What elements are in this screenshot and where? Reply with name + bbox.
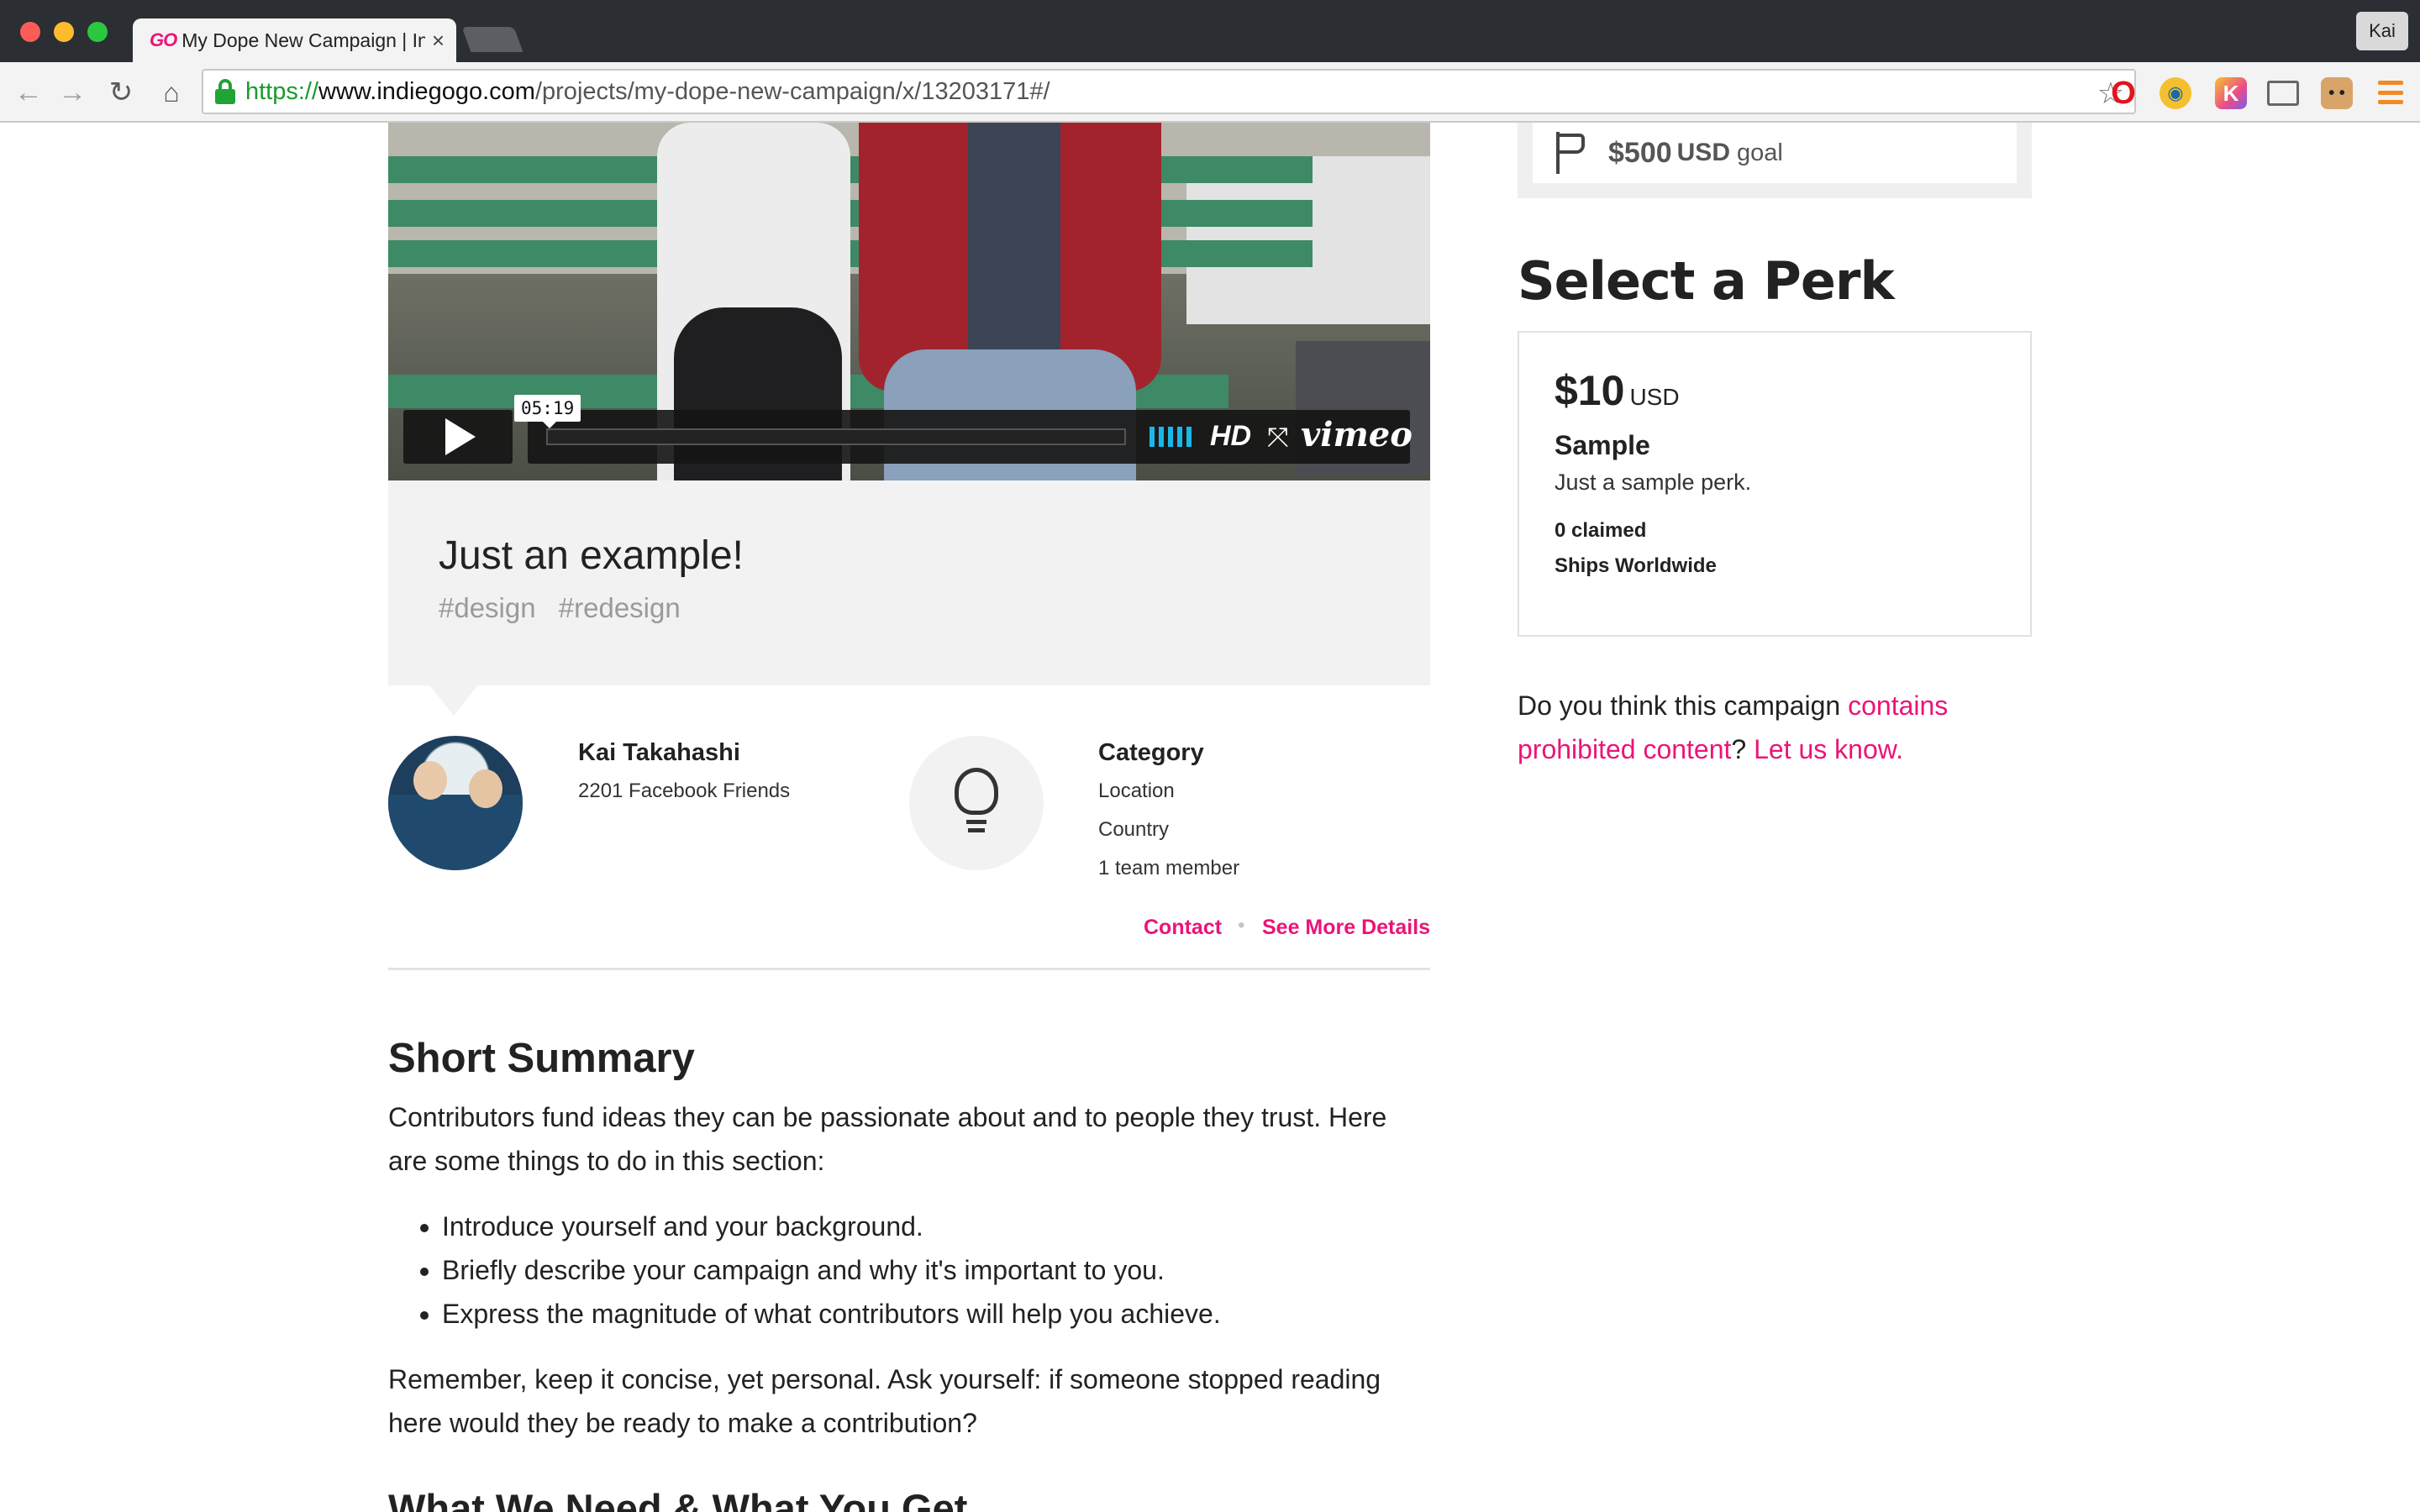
perk-claimed-count: 0 claimed xyxy=(1555,519,1647,542)
category-title: Category xyxy=(1098,739,1204,766)
face-extension-icon[interactable]: • • xyxy=(2321,77,2353,109)
volume-icon[interactable] xyxy=(1150,427,1192,447)
report-text: Do you think this campaign xyxy=(1518,690,1849,721)
video-time-tooltip: 05:19 xyxy=(514,395,581,428)
list-item: Express the magnitude of what contributo… xyxy=(442,1292,1430,1336)
report-text: ? xyxy=(1731,734,1754,764)
campaign-tags: #design #redesign xyxy=(439,592,1380,624)
url-path: /projects/my-dope-new-campaign/x/1320317… xyxy=(534,77,1050,105)
window-maximize-button[interactable] xyxy=(87,22,108,42)
tab-title: My Dope New Campaign | Indiegogo xyxy=(182,29,425,51)
opera-extension-icon[interactable]: O xyxy=(2107,76,2139,111)
category-country: Country xyxy=(1098,818,1170,841)
campaign-caption: Just an example! #design #redesign xyxy=(388,480,1430,685)
perk-description: Just a sample perk. xyxy=(1555,470,1752,495)
summary-closing: Remember, keep it concise, yet personal.… xyxy=(388,1364,1381,1438)
video-progress-bar[interactable] xyxy=(546,428,1126,445)
contact-link[interactable]: Contact xyxy=(1144,916,1222,940)
owner-name[interactable]: Kai Takahashi xyxy=(578,739,740,767)
fullscreen-icon[interactable]: ⤧ xyxy=(1267,422,1289,454)
category-badge xyxy=(909,736,1044,870)
indiegogo-favicon-icon: GO xyxy=(150,29,177,50)
browser-tabbar: GO My Dope New Campaign | Indiegogo × Ka… xyxy=(0,0,2420,62)
perk-shipping: Ships Worldwide xyxy=(1555,554,1717,577)
profile-button[interactable]: Kai xyxy=(2356,12,2408,50)
video-frame-bench-slat xyxy=(388,240,1313,267)
back-icon[interactable]: ← xyxy=(12,76,45,109)
perk-price: $10 xyxy=(1555,367,1625,414)
section-divider xyxy=(388,968,1430,970)
summary-list: Introduce yourself and your background. … xyxy=(442,1205,1430,1336)
funding-goal-card: $500 USD goal xyxy=(1533,123,2017,183)
goal-amount: $500 xyxy=(1608,136,1672,169)
list-item: Briefly describe your campaign and why i… xyxy=(442,1248,1430,1292)
hd-toggle[interactable]: HD xyxy=(1210,420,1251,453)
vimeo-logo[interactable]: vimeo xyxy=(1301,415,1413,454)
video-frame-person-shirt xyxy=(968,123,1060,349)
tag-link[interactable]: #redesign xyxy=(559,592,681,623)
secure-lock-icon xyxy=(215,79,235,104)
next-section-heading: What We Need & What You Get xyxy=(388,1486,968,1512)
link-separator: • xyxy=(1238,914,1245,937)
caption-pointer xyxy=(429,684,479,716)
see-more-details-link[interactable]: See More Details xyxy=(1262,916,1430,940)
url-host: www.indiegogo.com xyxy=(318,77,535,105)
cast-icon[interactable] xyxy=(2267,81,2299,106)
window-close-button[interactable] xyxy=(20,22,40,42)
browser-menu-icon[interactable] xyxy=(2378,81,2403,104)
video-frame-bench-slat xyxy=(388,200,1313,227)
forward-icon[interactable]: → xyxy=(55,76,89,109)
window-minimize-button[interactable] xyxy=(54,22,74,42)
list-item: Introduce yourself and your background. xyxy=(442,1205,1430,1248)
reload-icon[interactable]: ↻ xyxy=(104,76,138,109)
category-location: Location xyxy=(1098,780,1175,802)
category-team: 1 team member xyxy=(1098,857,1240,879)
browser-tab-active[interactable]: GO My Dope New Campaign | Indiegogo × xyxy=(133,18,456,62)
goal-currency: USD xyxy=(1676,139,1730,166)
campaign-title: Just an example! xyxy=(439,533,744,578)
fish-extension-icon[interactable]: ◉ xyxy=(2160,77,2191,109)
video-control-bar: HD ⤧ vimeo xyxy=(528,410,1413,464)
play-button[interactable] xyxy=(403,410,513,464)
goal-label: goal xyxy=(1736,139,1783,166)
url-protocol: https:// xyxy=(245,77,319,105)
perk-heading: Select a Perk xyxy=(1518,250,1895,312)
perk-name: Sample xyxy=(1555,430,1650,460)
lightbulb-icon xyxy=(951,768,1002,838)
perk-card[interactable]: $10 USD Sample Just a sample perk. 0 clai… xyxy=(1518,331,2032,637)
home-icon[interactable]: ⌂ xyxy=(155,76,188,109)
let-us-know-link[interactable]: Let us know. xyxy=(1754,734,1903,764)
short-summary-section: Short Summary Contributors fund ideas th… xyxy=(388,1035,1430,1445)
owner-friends-count: 2201 Facebook Friends xyxy=(578,780,791,802)
video-frame-bench-slat xyxy=(388,156,1313,183)
address-bar[interactable]: https://www.indiegogo.com/projects/my-do… xyxy=(202,69,2136,114)
url-text[interactable]: https://www.indiegogo.com/projects/my-do… xyxy=(245,78,1050,106)
play-icon xyxy=(445,418,476,455)
funding-goal-panel: $500 USD goal xyxy=(1518,123,2032,198)
tab-close-icon[interactable]: × xyxy=(432,28,445,54)
perk-currency: USD xyxy=(1629,384,1680,410)
owner-avatar[interactable] xyxy=(388,736,523,870)
flag-icon xyxy=(1555,132,1588,174)
kolor-extension-icon[interactable]: K xyxy=(2215,77,2247,109)
summary-intro: Contributors fund ideas they can be pass… xyxy=(388,1102,1387,1176)
new-tab-button[interactable] xyxy=(461,27,523,52)
tag-link[interactable]: #design xyxy=(439,592,536,623)
summary-heading: Short Summary xyxy=(388,1036,695,1081)
report-campaign: Do you think this campaign contains proh… xyxy=(1518,684,2032,771)
browser-toolbar: ← → ↻ ⌂ https://www.indiegogo.com/projec… xyxy=(0,62,2420,123)
